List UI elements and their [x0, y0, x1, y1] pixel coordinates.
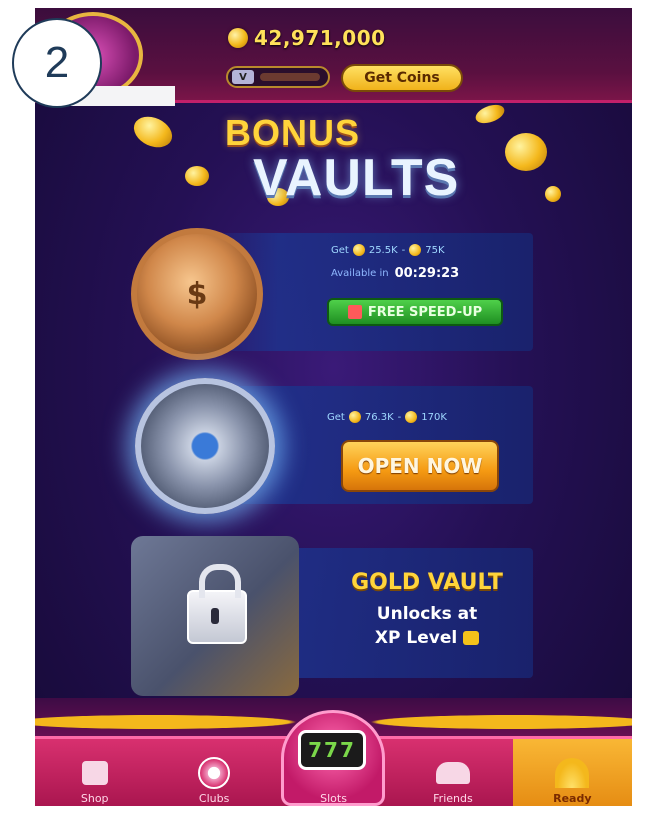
coin-icon [405, 411, 418, 423]
nav-label: Ready [553, 792, 592, 805]
vip-progress[interactable]: V [226, 66, 330, 88]
bronze-timer: Available in 00:29:23 [331, 266, 459, 281]
reward-min: 76.3K [364, 411, 394, 423]
reward-separator: - [397, 411, 402, 423]
decorative-coin-icon [128, 110, 178, 154]
game-screen: 42,971,000 V Get Coins BONUS VAULTS $ Ge… [35, 8, 632, 806]
shop-bag-icon [78, 758, 112, 788]
nav-label: Shop [80, 792, 109, 805]
bronze-rewards: Get 25.5K - 75K [331, 244, 445, 256]
padlock-icon [187, 564, 247, 644]
slot-machine-icon: 777 [298, 730, 366, 770]
crown-icon [463, 631, 480, 645]
decorative-coin-icon [185, 166, 209, 186]
vip-progress-bar [260, 73, 320, 81]
reward-separator: - [401, 244, 406, 256]
nav-item-friends[interactable]: Friends [393, 739, 512, 806]
clubs-icon [197, 757, 231, 789]
coin-icon [228, 28, 248, 48]
xp-level-label: XP Level [374, 628, 458, 648]
gold-vault-title: GOLD VAULT [351, 570, 503, 595]
gold-vault-level-text: XP Level [317, 628, 537, 648]
reward-max: 170K [421, 411, 447, 423]
nav-item-ready[interactable]: Ready [512, 739, 632, 806]
coin-icon [352, 244, 365, 256]
rewards-prefix: Get [327, 411, 345, 423]
reward-max: 75K [425, 244, 445, 256]
gift-icon [347, 305, 362, 319]
speed-up-label: FREE SPEED-UP [367, 304, 483, 320]
rewards-prefix: Get [331, 244, 349, 256]
timer-label: Available in [331, 268, 389, 279]
friends-icon [435, 758, 470, 788]
gold-vault-icon[interactable] [131, 536, 299, 696]
coin-icon [348, 411, 361, 423]
coin-balance: 42,971,000 [254, 26, 386, 50]
bonus-ready-icon [555, 758, 590, 788]
reward-min: 25.5K [368, 244, 398, 256]
nav-label: Clubs [198, 792, 230, 805]
decorative-coin-icon [545, 186, 561, 202]
coin-icon [409, 244, 422, 256]
free-speed-up-button[interactable]: FREE SPEED-UP [327, 298, 503, 326]
timer-value: 00:29:23 [394, 266, 460, 281]
decorative-coin-icon [473, 101, 507, 127]
nav-label: Friends [433, 792, 473, 805]
balance-display: 42,971,000 [228, 26, 386, 50]
vaults-title: VAULTS [253, 149, 460, 207]
nav-item-shop[interactable]: Shop [35, 739, 154, 806]
nav-label: Slots [320, 792, 347, 805]
gold-vault-unlock-text: Unlocks at [376, 604, 478, 624]
silver-vault-icon[interactable] [135, 378, 275, 514]
decorative-coin-icon [505, 133, 547, 171]
bronze-vault-icon[interactable]: $ [131, 228, 263, 360]
nav-item-clubs[interactable]: Clubs [154, 739, 273, 806]
get-coins-button[interactable]: Get Coins [341, 64, 463, 92]
open-now-button[interactable]: OPEN NOW [341, 440, 499, 492]
silver-rewards: Get 76.3K - 170K [327, 411, 447, 423]
step-number-badge: 2 [12, 18, 102, 108]
vip-badge: V [232, 70, 254, 84]
